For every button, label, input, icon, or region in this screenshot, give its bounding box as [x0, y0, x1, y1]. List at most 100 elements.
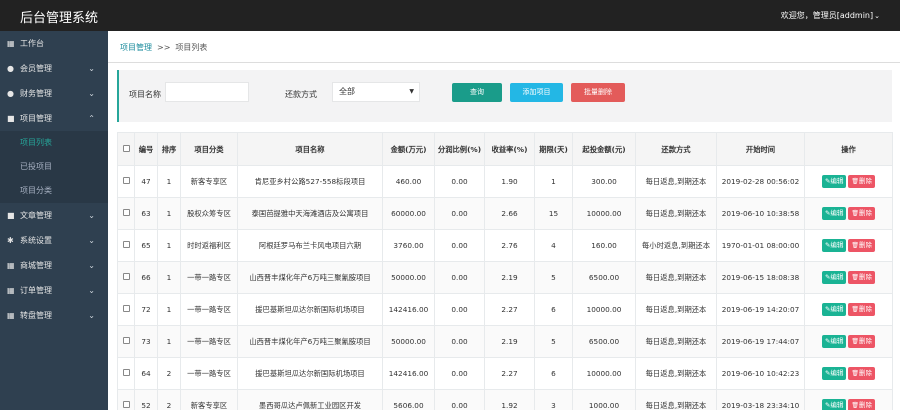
cell-sort: 2 [157, 357, 181, 390]
trash-icon: 🗑 [851, 274, 860, 281]
cell-id: 65 [134, 229, 158, 262]
sidebar-item-label: 会员管理 [20, 64, 52, 73]
table-row: 65 1 时时返福利区 阿根廷罗马布兰卡风电项目六期 3760.00 0.00 2.76 4 1… [117, 229, 893, 262]
cell-sort: 1 [157, 261, 181, 294]
row-checkbox[interactable] [122, 273, 130, 280]
main-content: 项目管理 >> 项目列表 项目名称 还款方式 全部 ▼ 查询 添加项目 批量删除 编号… [108, 31, 900, 410]
add-project-button[interactable]: 添加项目 [510, 83, 563, 102]
cell-term: 15 [534, 197, 573, 230]
cell-share: 0.00 [434, 293, 485, 326]
repay-method-select[interactable]: 全部 ▼ [332, 82, 420, 102]
delete-button[interactable]: 🗑删除 [848, 207, 876, 220]
cell-repay: 每日返息,到期还本 [635, 197, 717, 230]
cell-rate: 2.19 [484, 261, 535, 294]
table-body: 47 1 新客专享区 肯尼亚乡村公路527-558标段项目 460.00 0.00 1.90… [117, 165, 893, 410]
cell-id: 66 [134, 261, 158, 294]
select-all-checkbox[interactable] [122, 144, 130, 152]
sidebar-item[interactable]: ● 会员管理 ⌄ [0, 56, 108, 81]
cell-min-invest: 1000.00 [572, 389, 636, 410]
cell-rate: 2.76 [484, 229, 535, 262]
list-icon: ■ [7, 114, 15, 123]
sidebar-item[interactable]: ■ 项目管理 ⌃ [0, 106, 108, 131]
cell-category: 一带一路专区 [180, 261, 238, 294]
sidebar-item[interactable]: ▦ 订单管理 ⌄ [0, 278, 108, 303]
project-name-input[interactable] [165, 82, 249, 102]
trash-icon: 🗑 [851, 338, 860, 345]
dropdown-arrow-icon: ▼ [409, 88, 414, 95]
sidebar-item-label: 项目管理 [20, 114, 52, 123]
chevron-up-icon: ⌃ [88, 114, 95, 123]
edit-button[interactable]: ✎编辑 [821, 175, 847, 188]
delete-button[interactable]: 🗑删除 [848, 335, 876, 348]
cell-category: 新客专享区 [180, 389, 238, 410]
grid-icon: ▦ [7, 286, 15, 295]
header-term: 期限(天) [534, 132, 573, 166]
row-checkbox[interactable] [122, 401, 130, 408]
sidebar-subitem[interactable]: 已投项目 [0, 155, 108, 179]
row-checkbox[interactable] [122, 305, 130, 312]
header-select-all[interactable] [117, 132, 135, 166]
user-menu[interactable]: 欢迎您，管理员[addmin]⌄ [781, 10, 880, 21]
sidebar-item[interactable]: ● 财务管理 ⌄ [0, 81, 108, 106]
row-checkbox[interactable] [122, 209, 130, 216]
cell-category: 时时返福利区 [180, 229, 238, 262]
cell-actions: ✎编辑 🗑删除 [804, 229, 893, 262]
table-row: 72 1 一带一路专区 援巴基斯坦瓜达尔新国际机场项目 142416.00 0.00 2.2… [117, 293, 893, 326]
chevron-down-icon: ⌄ [88, 286, 95, 295]
delete-label: 删除 [859, 273, 873, 281]
delete-button[interactable]: 🗑删除 [848, 367, 876, 380]
header-start-time: 开始时间 [716, 132, 805, 166]
cell-amount: 3760.00 [382, 229, 435, 262]
edit-button[interactable]: ✎编辑 [821, 239, 847, 252]
edit-label: 编辑 [830, 241, 844, 249]
cell-select [117, 357, 135, 390]
delete-button[interactable]: 🗑删除 [848, 303, 876, 316]
filter-panel: 项目名称 还款方式 全部 ▼ 查询 添加项目 批量删除 [117, 70, 892, 122]
delete-button[interactable]: 🗑删除 [848, 399, 876, 410]
delete-label: 删除 [859, 241, 873, 249]
delete-button[interactable]: 🗑删除 [848, 271, 876, 284]
breadcrumb-parent[interactable]: 项目管理 [120, 43, 152, 52]
cell-min-invest: 10000.00 [572, 293, 636, 326]
cell-min-invest: 160.00 [572, 229, 636, 262]
search-button[interactable]: 查询 [452, 83, 502, 102]
row-checkbox[interactable] [122, 241, 130, 248]
row-checkbox[interactable] [122, 369, 130, 376]
sidebar-subitem[interactable]: 项目列表 [0, 131, 108, 155]
sidebar-item[interactable]: ▦ 商城管理 ⌄ [0, 253, 108, 278]
trash-icon: 🗑 [851, 242, 860, 249]
sidebar-item-label: 转盘管理 [20, 311, 52, 320]
delete-button[interactable]: 🗑删除 [848, 239, 876, 252]
sidebar-item[interactable]: ■ 文章管理 ⌄ [0, 203, 108, 228]
edit-button[interactable]: ✎编辑 [821, 303, 847, 316]
sidebar-item-label: 订单管理 [20, 286, 52, 295]
cell-name: 山西晋丰煤化年产6万吨三聚氰胺项目 [237, 325, 383, 358]
edit-button[interactable]: ✎编辑 [821, 367, 847, 380]
batch-delete-button[interactable]: 批量删除 [571, 83, 625, 102]
edit-button[interactable]: ✎编辑 [821, 271, 847, 284]
delete-button[interactable]: 🗑删除 [848, 175, 876, 188]
cell-start-time: 2019-06-10 10:38:58 [716, 197, 805, 230]
cell-share: 0.00 [434, 389, 485, 410]
sidebar-subitem[interactable]: 项目分类 [0, 179, 108, 203]
edit-button[interactable]: ✎编辑 [821, 399, 847, 410]
edit-button[interactable]: ✎编辑 [821, 207, 847, 220]
cell-id: 73 [134, 325, 158, 358]
cell-name: 墨西哥瓜达卢佩新工业园区开发 [237, 389, 383, 410]
row-checkbox[interactable] [122, 337, 130, 344]
trash-icon: 🗑 [851, 402, 860, 409]
cell-amount: 5606.00 [382, 389, 435, 410]
delete-label: 删除 [859, 369, 873, 377]
cell-actions: ✎编辑 🗑删除 [804, 357, 893, 390]
table-header-row: 编号 排序 项目分类 项目名称 金额(万元) 分润比例(%) 收益率(%) 期限… [117, 132, 893, 166]
cell-repay: 每日返息,到期还本 [635, 357, 717, 390]
sidebar-item[interactable]: ▦ 转盘管理 ⌄ [0, 303, 108, 328]
divider [108, 62, 900, 63]
sidebar-item[interactable]: ✱ 系统设置 ⌄ [0, 228, 108, 253]
sidebar-item[interactable]: ▦ 工作台 [0, 31, 108, 56]
cell-name: 山西晋丰煤化年产6万吨三聚氰胺项目 [237, 261, 383, 294]
edit-button[interactable]: ✎编辑 [821, 335, 847, 348]
header-share: 分润比例(%) [434, 132, 485, 166]
row-checkbox[interactable] [122, 177, 130, 184]
delete-label: 删除 [859, 305, 873, 313]
